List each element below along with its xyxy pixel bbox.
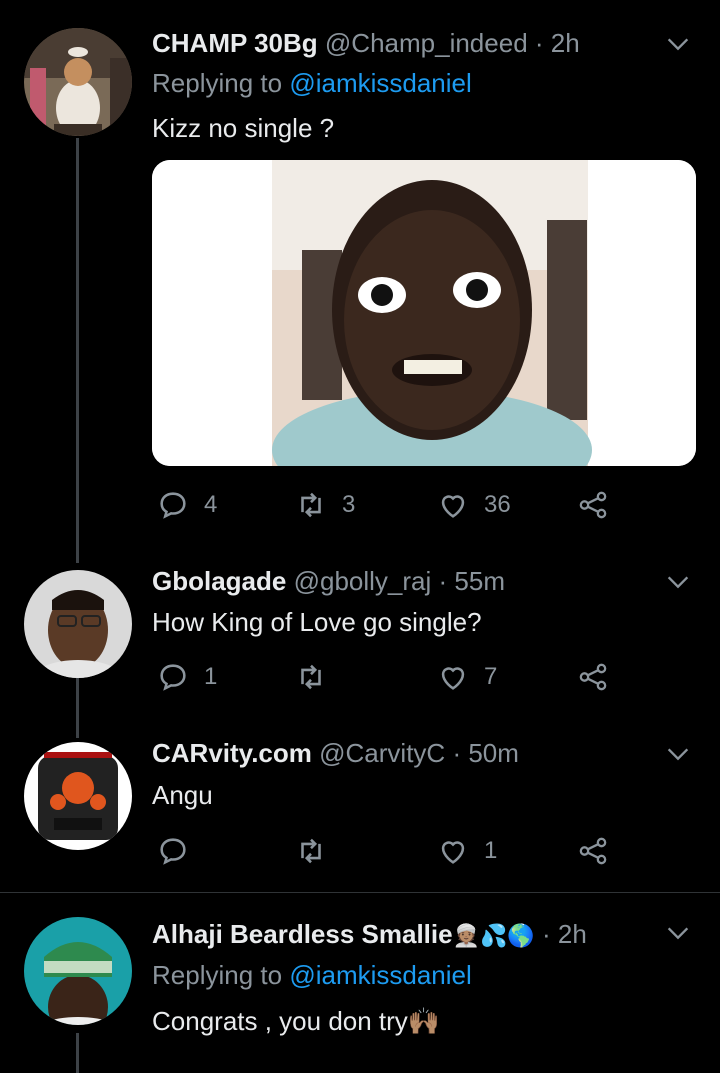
tweet-2[interactable]: Gbolagade @gbolly_raj · 55m How King of …	[0, 560, 720, 738]
separator-dot: ·	[542, 919, 551, 949]
timestamp[interactable]: 2h	[551, 28, 580, 58]
retweet-button[interactable]	[294, 660, 328, 694]
replying-to: Replying to @iamkissdaniel	[152, 68, 472, 99]
tweet-text: Congrats , you don try🙌🏽	[152, 1006, 441, 1036]
tweet-actions: 1 7	[152, 660, 632, 700]
name-emojis: 👳🏽💦🌎	[452, 923, 535, 948]
retweet-icon	[301, 664, 321, 690]
timestamp[interactable]: 55m	[454, 566, 505, 596]
retweet-button[interactable]: 3	[294, 488, 355, 522]
avatar[interactable]	[24, 28, 132, 136]
share-icon	[579, 663, 607, 691]
reply-count: 1	[204, 663, 218, 690]
reply-button[interactable]: 1	[156, 660, 217, 694]
user-handle[interactable]: @Champ_indeed	[325, 28, 528, 58]
separator-dot: ·	[452, 738, 462, 768]
share-icon	[579, 491, 607, 519]
share-button[interactable]	[576, 834, 610, 868]
tweet-header: Gbolagade @gbolly_raj · 55m	[152, 566, 505, 597]
tweet-header: CARvity.com @CarvityC · 50m	[152, 738, 519, 769]
chevron-down-icon[interactable]	[664, 919, 692, 953]
heart-icon	[441, 495, 465, 518]
retweet-icon	[301, 838, 321, 864]
share-button[interactable]	[576, 660, 610, 694]
retweet-count: 3	[342, 491, 356, 518]
replying-prefix: Replying to	[152, 960, 290, 990]
like-button[interactable]: 7	[436, 660, 497, 694]
chevron-down-icon[interactable]	[664, 568, 692, 602]
reply-icon	[160, 838, 186, 865]
thread-line	[76, 138, 79, 563]
like-count: 1	[484, 837, 498, 864]
display-name[interactable]: Gbolagade	[152, 566, 286, 596]
user-handle[interactable]: @CarvityC	[319, 738, 445, 768]
retweet-icon	[301, 492, 321, 518]
reply-button[interactable]: 4	[156, 488, 217, 522]
tweet-header: Alhaji Beardless Smallie👳🏽💦🌎 · 2h	[152, 919, 587, 950]
heart-icon	[441, 841, 465, 864]
reply-count: 4	[204, 491, 218, 518]
display-name[interactable]: Alhaji Beardless Smallie	[152, 919, 453, 949]
like-count: 36	[484, 491, 511, 518]
display-name[interactable]: CHAMP 30Bg	[152, 28, 318, 58]
share-button[interactable]	[576, 488, 610, 522]
retweet-button[interactable]	[294, 834, 328, 868]
separator-dot: ·	[438, 566, 448, 596]
tweet-media-image[interactable]	[152, 160, 696, 466]
like-count: 7	[484, 663, 498, 690]
reply-icon	[160, 492, 186, 519]
user-handle[interactable]: @gbolly_raj	[294, 566, 432, 596]
avatar[interactable]	[24, 570, 132, 678]
avatar[interactable]	[24, 917, 132, 1025]
tweet-3[interactable]: CARvity.com @CarvityC · 50m Angu 1	[0, 732, 720, 892]
like-button[interactable]: 36	[436, 488, 511, 522]
tweet-1[interactable]: CHAMP 30Bg @Champ_indeed · 2h Replying t…	[0, 0, 720, 563]
separator-dot: ·	[534, 28, 544, 58]
avatar[interactable]	[24, 742, 132, 850]
tweet-text: How King of Love go single?	[152, 607, 482, 637]
thread-line	[76, 1033, 79, 1073]
tweet-4[interactable]: Alhaji Beardless Smallie👳🏽💦🌎 · 2h Replyi…	[0, 893, 720, 1073]
display-name[interactable]: CARvity.com	[152, 738, 312, 768]
chevron-down-icon[interactable]	[664, 30, 692, 64]
like-button[interactable]: 1	[436, 834, 497, 868]
reply-button[interactable]	[156, 834, 190, 868]
chevron-down-icon[interactable]	[664, 740, 692, 774]
tweet-text: Kizz no single ?	[152, 113, 335, 143]
mention-link[interactable]: @iamkissdaniel	[289, 960, 471, 990]
thread-line	[76, 678, 79, 738]
replying-prefix: Replying to	[152, 68, 290, 98]
mention-link[interactable]: @iamkissdaniel	[289, 68, 471, 98]
timestamp[interactable]: 2h	[558, 919, 587, 949]
share-icon	[579, 837, 607, 865]
tweet-actions: 4 3 36	[152, 488, 632, 528]
tweet-actions: 1	[152, 834, 632, 874]
tweet-text: Angu	[152, 780, 213, 810]
timestamp[interactable]: 50m	[468, 738, 519, 768]
replying-to: Replying to @iamkissdaniel	[152, 960, 472, 991]
tweet-header: CHAMP 30Bg @Champ_indeed · 2h	[152, 28, 580, 59]
reply-icon	[160, 664, 186, 691]
heart-icon	[441, 667, 465, 690]
